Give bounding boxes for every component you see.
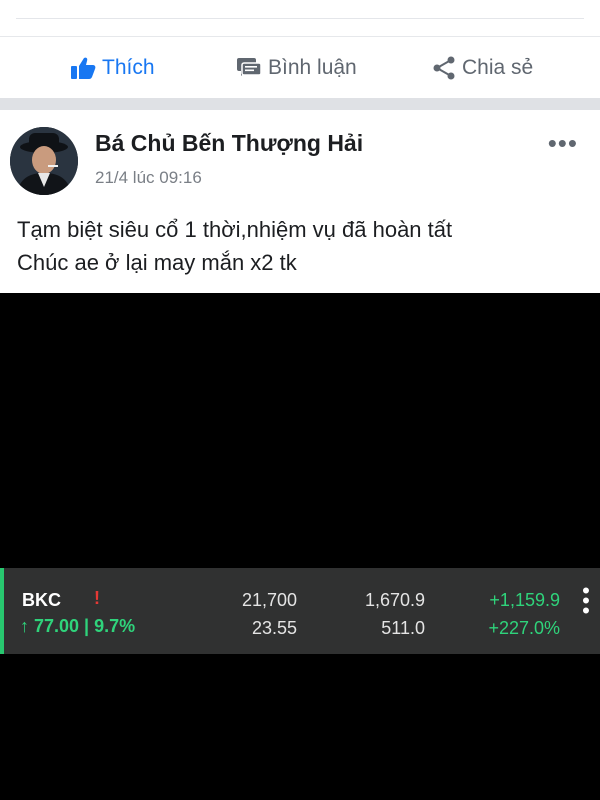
- post-text-line1: Tạm biệt siêu cổ 1 thời,nhiệm vụ đã hoàn…: [17, 217, 453, 242]
- share-icon: [433, 56, 455, 80]
- stock-col3-top: +1,159.9: [489, 590, 560, 610]
- comment-icon: [237, 58, 262, 76]
- stock-change: 77.00 | 9.7%: [34, 616, 136, 636]
- stock-col2-bottom: 511.0: [381, 618, 425, 638]
- post-image[interactable]: [0, 293, 600, 800]
- thumbs-up-icon: [71, 57, 96, 79]
- avatar[interactable]: [10, 127, 78, 195]
- stock-col2-top: 1,670.9: [364, 590, 425, 610]
- more-icon[interactable]: •••: [548, 128, 578, 159]
- post-text: Tạm biệt siêu cổ 1 thời,nhiệm vụ đã hoàn…: [17, 213, 587, 279]
- post-text-line2: Chúc ae ở lại may mắn x2 tk: [17, 250, 297, 275]
- up-arrow-icon: ↑: [20, 616, 29, 636]
- share-button[interactable]: Chia sẻ: [432, 37, 533, 99]
- kebab-icon[interactable]: • • •: [582, 580, 590, 622]
- stock-col1-bottom: 23.55: [251, 618, 297, 638]
- like-button[interactable]: Thích: [70, 37, 155, 99]
- stock-row[interactable]: BKC ! ↑ 77.00 | 9.7% 21,700 23.55 1,670.…: [0, 568, 600, 654]
- alert-icon: !: [94, 588, 100, 608]
- like-label: Thích: [102, 56, 155, 79]
- comment-label: Bình luận: [268, 56, 357, 79]
- author-name[interactable]: Bá Chủ Bến Thượng Hải: [95, 130, 363, 157]
- avatar-image: [10, 127, 78, 195]
- share-label: Chia sẻ: [462, 56, 534, 79]
- post-timestamp[interactable]: 21/4 lúc 09:16: [95, 168, 202, 188]
- post-separator: [0, 98, 600, 110]
- comment-button[interactable]: Bình luận: [236, 37, 357, 99]
- stock-ticker: BKC: [22, 590, 61, 610]
- stock-col1-top: 21,700: [241, 590, 297, 610]
- post-action-bar: Thích Bình luận Chia sẻ: [0, 36, 600, 99]
- top-divider: [16, 18, 584, 19]
- stock-col3-bottom: +227.0%: [488, 618, 560, 638]
